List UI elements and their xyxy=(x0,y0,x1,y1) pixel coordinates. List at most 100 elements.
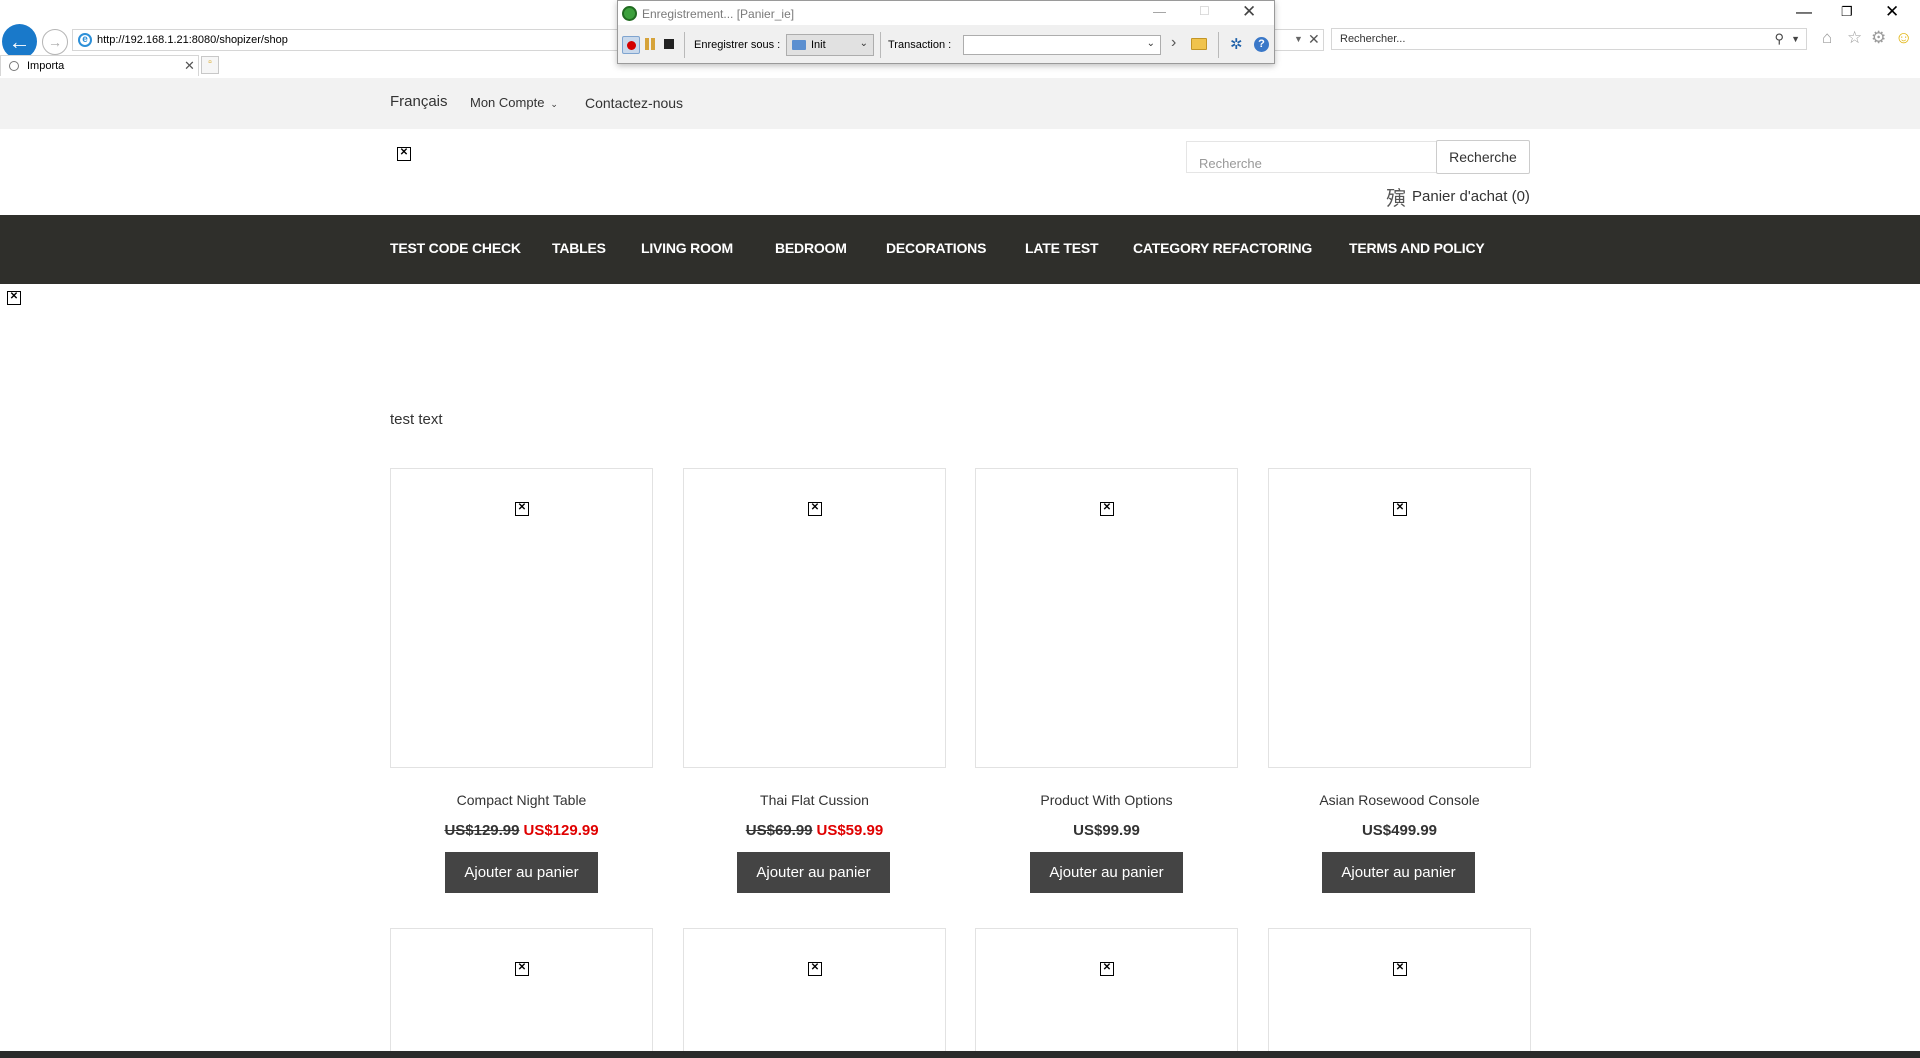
address-text[interactable]: http://192.168.1.21:8080/shopizer/shop xyxy=(97,34,288,46)
product-image: ✕ xyxy=(515,962,529,976)
nav-item-late-test[interactable]: LATE TEST xyxy=(1025,240,1099,256)
favorites-star-icon[interactable]: ☆ xyxy=(1847,28,1862,48)
contact-link[interactable]: Contactez-nous xyxy=(585,95,683,111)
pause-button[interactable] xyxy=(644,38,656,50)
chevron-down-icon[interactable]: ▼ xyxy=(1791,34,1800,44)
product-price: US$69.99 US$59.99 xyxy=(683,822,946,839)
help-icon[interactable]: ? xyxy=(1254,37,1269,52)
product-name[interactable]: Asian Rosewood Console xyxy=(1268,792,1531,808)
browser-tab[interactable]: Importa ✕ xyxy=(0,55,199,76)
product-price: US$99.99 xyxy=(975,822,1238,839)
toolbar-divider xyxy=(880,32,881,58)
add-to-cart-button[interactable]: Ajouter au panier xyxy=(1030,852,1183,893)
save-as-value: Init xyxy=(811,39,826,51)
search-icon[interactable]: ⚲ xyxy=(1774,31,1784,47)
home-icon[interactable]: ⌂ xyxy=(1822,28,1832,48)
category-nav: TEST CODE CHECK TABLES LIVING ROOM BEDRO… xyxy=(0,215,1920,284)
window-close-icon[interactable]: ✕ xyxy=(1885,2,1899,22)
sale-price: US$59.99 xyxy=(816,822,884,839)
product-image-card[interactable]: ✕ xyxy=(390,928,653,1058)
nav-item-category-refactoring[interactable]: CATEGORY REFACTORING xyxy=(1133,240,1312,256)
add-to-cart-button[interactable]: Ajouter au panier xyxy=(737,852,890,893)
nav-item-test-code-check[interactable]: TEST CODE CHECK xyxy=(390,240,521,256)
product-image-card[interactable]: ✕ xyxy=(683,468,946,768)
original-price: US$129.99 xyxy=(444,822,520,839)
ie-page-icon: e xyxy=(78,33,92,47)
recorder-window: Enregistrement... [Panier_ie] — ☐ ✕ Enre… xyxy=(617,0,1275,64)
window-minimize-icon[interactable]: — xyxy=(1796,4,1812,22)
transaction-label: Transaction : xyxy=(888,39,952,51)
language-link[interactable]: Français xyxy=(390,93,448,110)
product-image-card[interactable]: ✕ xyxy=(975,928,1238,1058)
stop-loading-icon[interactable]: ✕ xyxy=(1308,31,1320,48)
folder-icon xyxy=(792,40,806,50)
site-search-input[interactable]: Recherche xyxy=(1186,141,1436,173)
nav-item-living-room[interactable]: LIVING ROOM xyxy=(641,240,733,256)
window-restore-icon[interactable]: ❐ xyxy=(1841,4,1853,20)
loading-icon xyxy=(9,61,19,71)
cart-link[interactable]: 殥 Panier d'achat (0) xyxy=(1386,182,1530,211)
nav-item-bedroom[interactable]: BEDROOM xyxy=(775,240,847,256)
site-search-button[interactable]: Recherche xyxy=(1436,140,1530,174)
nav-item-tables[interactable]: TABLES xyxy=(552,240,606,256)
transaction-select[interactable]: ⌄ xyxy=(963,35,1161,55)
recorder-logo-icon xyxy=(622,6,637,21)
chevron-down-icon[interactable]: ▼ xyxy=(1294,34,1303,44)
nav-item-decorations[interactable]: DECORATIONS xyxy=(886,240,986,256)
back-button[interactable]: ← xyxy=(2,24,37,59)
play-arrow-icon[interactable]: › xyxy=(1171,34,1176,52)
sale-price: US$129.99 xyxy=(523,822,599,839)
product-name[interactable]: Product With Options xyxy=(975,792,1238,808)
close-tab-icon[interactable]: ✕ xyxy=(184,58,195,74)
product-image-card[interactable]: ✕ xyxy=(683,928,946,1058)
product-image: ✕ xyxy=(515,502,529,516)
product-image-card[interactable]: ✕ xyxy=(1268,928,1531,1058)
recorder-titlebar[interactable]: Enregistrement... [Panier_ie] — ☐ ✕ xyxy=(618,1,1274,25)
account-label: Mon Compte xyxy=(470,95,545,110)
cart-icon: 殥 xyxy=(1386,188,1406,210)
record-button[interactable] xyxy=(622,36,640,54)
browser-search-placeholder: Rechercher... xyxy=(1340,33,1406,45)
price: US$499.99 xyxy=(1361,822,1438,839)
toolbar-divider xyxy=(684,32,685,58)
add-to-cart-button[interactable]: Ajouter au panier xyxy=(1322,852,1475,893)
chevron-down-icon: ⌄ xyxy=(859,38,868,49)
product-name[interactable]: Thai Flat Cussion xyxy=(683,792,946,808)
chevron-down-icon: ⌄ xyxy=(1146,38,1155,49)
product-image-card[interactable]: ✕ xyxy=(975,468,1238,768)
product-price: US$129.99 US$129.99 xyxy=(390,822,653,839)
save-as-select[interactable]: Init ⌄ xyxy=(786,34,874,56)
site-topbar: Français Mon Compte ⌄ Contactez-nous xyxy=(0,78,1920,129)
new-tab-button[interactable]: ▫ xyxy=(201,56,219,74)
nav-item-terms-and-policy[interactable]: TERMS AND POLICY xyxy=(1349,240,1485,256)
forward-button[interactable]: → xyxy=(42,29,68,55)
product-image: ✕ xyxy=(1393,502,1407,516)
add-to-cart-button[interactable]: Ajouter au panier xyxy=(445,852,598,893)
recorder-title: Enregistrement... [Panier_ie] xyxy=(642,7,795,21)
product-image: ✕ xyxy=(1100,962,1114,976)
site-logo[interactable]: ✕ xyxy=(397,147,411,161)
collapse-icon[interactable]: ✲ xyxy=(1230,35,1243,53)
arrow-left-icon: ← xyxy=(8,28,31,54)
recorder-minimize-icon[interactable]: — xyxy=(1153,4,1166,19)
product-image-card[interactable]: ✕ xyxy=(1268,468,1531,768)
product-image: ✕ xyxy=(808,502,822,516)
product-price: US$499.99 xyxy=(1268,822,1531,839)
smiley-feedback-icon[interactable]: ☺ xyxy=(1895,28,1912,48)
chevron-down-icon: ⌄ xyxy=(550,99,558,109)
product-image: ✕ xyxy=(1393,962,1407,976)
product-image-card[interactable]: ✕ xyxy=(390,468,653,768)
arrow-right-icon: → xyxy=(48,34,62,50)
original-price: US$69.99 xyxy=(745,822,813,839)
tab-title: Importa xyxy=(27,60,65,72)
recorder-close-icon[interactable]: ✕ xyxy=(1242,2,1256,22)
product-image: ✕ xyxy=(1100,502,1114,516)
product-name[interactable]: Compact Night Table xyxy=(390,792,653,808)
stop-button[interactable] xyxy=(664,39,674,49)
open-folder-icon[interactable] xyxy=(1191,38,1207,50)
account-menu[interactable]: Mon Compte ⌄ xyxy=(470,95,558,110)
recorder-toolbar: Enregistrer sous : Init ⌄ Transaction : … xyxy=(618,25,1274,65)
recorder-maximize-icon: ☐ xyxy=(1199,4,1210,18)
browser-search-input[interactable]: Rechercher... ⚲ ▼ xyxy=(1331,28,1807,50)
gear-icon[interactable]: ⚙ xyxy=(1871,28,1886,48)
